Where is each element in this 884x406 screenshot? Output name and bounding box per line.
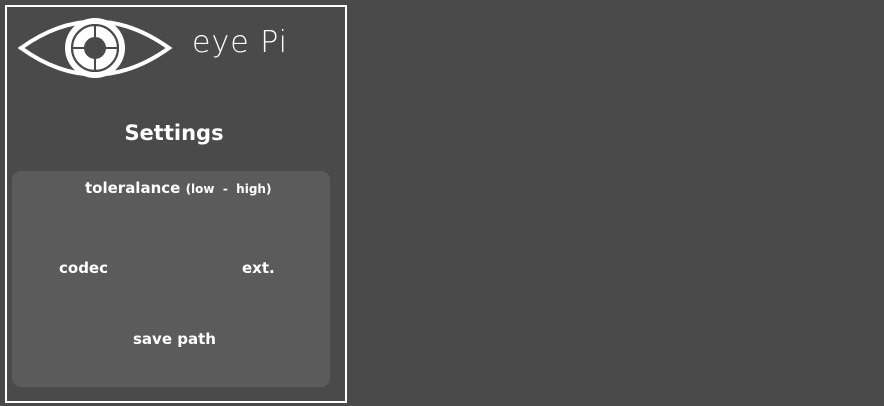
tolerance-label: toleralance — [85, 179, 181, 197]
settings-panel: eye Pi Settings toleralance (low - high)… — [5, 5, 347, 403]
tolerance-range: (low - high) — [185, 182, 272, 196]
extension-setting[interactable]: ext. — [242, 259, 275, 277]
settings-heading: Settings — [124, 121, 224, 145]
settings-card: toleralance (low - high) codec ext. save… — [12, 171, 330, 387]
codec-setting[interactable]: codec — [59, 259, 108, 277]
tolerance-setting[interactable]: toleralance (low - high) — [85, 179, 271, 197]
save-path-setting[interactable]: save path — [133, 330, 216, 348]
app-title: eye Pi — [192, 25, 288, 60]
eye-logo-icon — [17, 18, 173, 78]
